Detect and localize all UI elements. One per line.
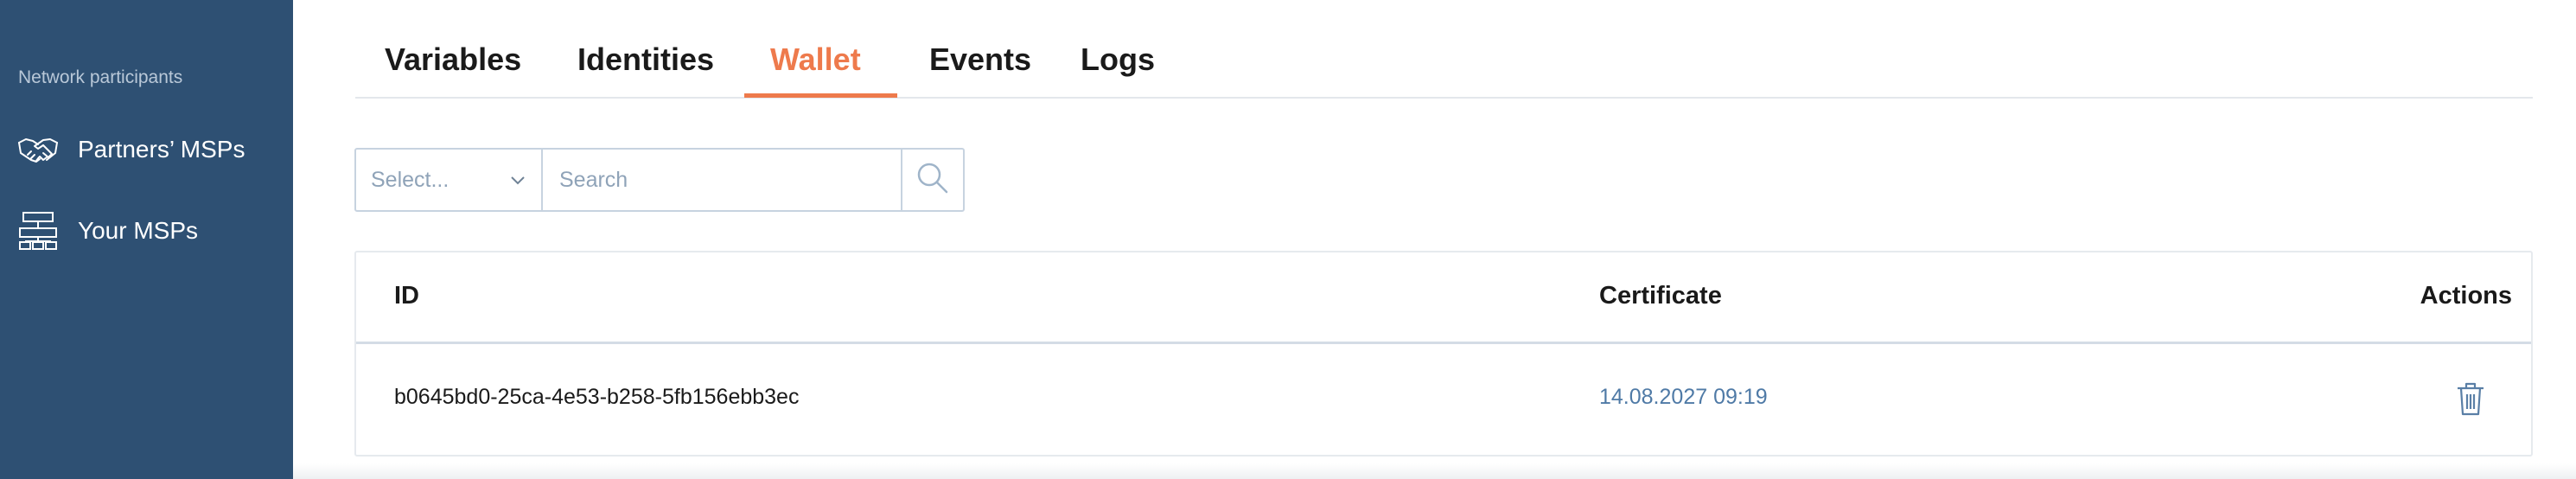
- select-placeholder: Select...: [371, 167, 450, 192]
- column-header-actions: Actions: [2420, 282, 2512, 310]
- wallet-table: ID Certificate Actions b0645bd0-25ca-4e5…: [354, 251, 2533, 457]
- row-certificate-date[interactable]: 14.08.2027 09:19: [1599, 385, 1768, 410]
- column-header-certificate: Certificate: [1599, 282, 1722, 310]
- column-header-id: ID: [394, 282, 419, 310]
- filter-bar: Select...: [354, 148, 965, 212]
- sidebar-item-your-msps[interactable]: Your MSPs: [0, 205, 293, 257]
- delete-button[interactable]: [2455, 380, 2486, 418]
- filter-select[interactable]: Select...: [356, 150, 543, 210]
- sidebar-section-title: Network participants: [18, 67, 183, 87]
- tab-bar: Variables Identities Wallet Events Logs: [355, 0, 2533, 99]
- table-row: b0645bd0-25ca-4e53-b258-5fb156ebb3ec 14.…: [356, 347, 2531, 457]
- tab-variables[interactable]: Variables: [385, 42, 521, 78]
- tab-logs[interactable]: Logs: [1081, 42, 1155, 78]
- sidebar-item-partners-msps[interactable]: Partners’ MSPs: [0, 124, 293, 176]
- handshake-icon: [17, 129, 59, 170]
- bottom-shadow: [293, 463, 2576, 479]
- org-chart-icon: [17, 210, 59, 252]
- tab-identities[interactable]: Identities: [577, 42, 714, 78]
- search-icon: [915, 161, 950, 200]
- table-header: ID Certificate Actions: [356, 252, 2531, 344]
- tab-events[interactable]: Events: [929, 42, 1031, 78]
- sidebar-item-label: Your MSPs: [78, 217, 199, 244]
- chevron-down-icon: [508, 170, 527, 189]
- sidebar-item-label: Partners’ MSPs: [78, 136, 245, 163]
- trash-icon: [2455, 382, 2486, 421]
- sidebar: Network participants Partners’ MSPs Your…: [0, 0, 293, 479]
- active-tab-indicator: [744, 93, 897, 98]
- search-button[interactable]: [902, 150, 963, 210]
- row-id: b0645bd0-25ca-4e53-b258-5fb156ebb3ec: [394, 385, 800, 409]
- tab-wallet[interactable]: Wallet: [770, 42, 861, 78]
- search-input[interactable]: [543, 150, 902, 210]
